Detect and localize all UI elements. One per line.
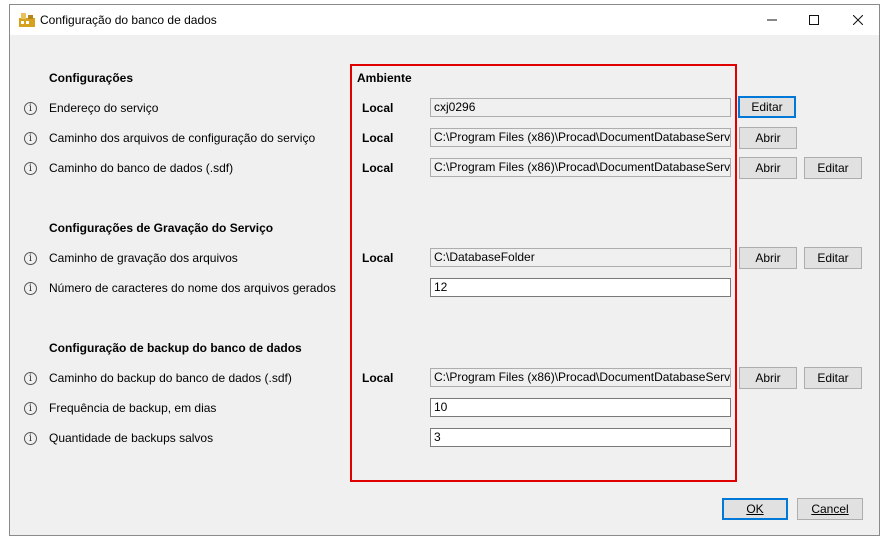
env-label: Local	[362, 251, 394, 265]
section-title-gravacao: Configurações de Gravação do Serviço	[49, 221, 274, 235]
env-label: Local	[362, 161, 394, 175]
row-label-endereco: Endereço do serviço	[49, 101, 159, 115]
row-label-backup-count: Quantidade de backups salvos	[49, 431, 214, 445]
backup-path-field[interactable]: C:\Program Files (x86)\Procad\DocumentDa…	[430, 368, 731, 387]
title-bar[interactable]: Configuração do banco de dados	[10, 5, 879, 35]
db-path-field[interactable]: C:\Program Files (x86)\Procad\DocumentDa…	[430, 158, 731, 177]
info-icon[interactable]: i	[24, 102, 37, 115]
section-title-backup: Configuração de backup do banco de dados	[49, 341, 302, 355]
ambiente-highlight-box	[350, 64, 737, 482]
editar-gravacao-button[interactable]: Editar	[804, 247, 862, 269]
editar-db-button[interactable]: Editar	[804, 157, 862, 179]
info-icon[interactable]: i	[24, 282, 37, 295]
database-app-icon	[19, 13, 35, 27]
maximize-icon	[809, 15, 819, 25]
gravacao-path-field[interactable]: C:\DatabaseFolder	[430, 248, 731, 267]
backup-freq-input[interactable]: 10	[430, 398, 731, 417]
backup-count-input[interactable]: 3	[430, 428, 731, 447]
ok-button[interactable]: OK	[722, 498, 788, 520]
abrir-db-button[interactable]: Abrir	[739, 157, 797, 179]
window-title: Configuração do banco de dados	[40, 13, 217, 27]
dialog-window: Configuração do banco de dados Configura…	[9, 4, 880, 536]
section-title-config: Configurações	[49, 71, 134, 85]
info-icon[interactable]: i	[24, 402, 37, 415]
env-label: Local	[362, 371, 394, 385]
abrir-gravacao-button[interactable]: Abrir	[739, 247, 797, 269]
info-icon[interactable]: i	[24, 432, 37, 445]
num-chars-input[interactable]: 12	[430, 278, 731, 297]
ambiente-header: Ambiente	[357, 71, 412, 85]
env-label: Local	[362, 131, 394, 145]
editar-backup-button[interactable]: Editar	[804, 367, 862, 389]
cancel-button[interactable]: Cancel	[797, 498, 863, 520]
row-label-backup-freq: Frequência de backup, em dias	[49, 401, 217, 415]
abrir-config-button[interactable]: Abrir	[739, 127, 797, 149]
info-icon[interactable]: i	[24, 162, 37, 175]
info-icon[interactable]: i	[24, 252, 37, 265]
editar-endereco-button[interactable]: Editar	[738, 96, 796, 118]
maximize-button[interactable]	[792, 5, 836, 35]
env-label: Local	[362, 101, 394, 115]
config-path-field[interactable]: C:\Program Files (x86)\Procad\DocumentDa…	[430, 128, 731, 147]
abrir-backup-button[interactable]: Abrir	[739, 367, 797, 389]
close-icon	[853, 15, 863, 25]
info-icon[interactable]: i	[24, 132, 37, 145]
minimize-icon	[767, 19, 777, 21]
row-label-db-path: Caminho do banco de dados (.sdf)	[49, 161, 234, 175]
row-label-config-path: Caminho dos arquivos de configuração do …	[49, 131, 316, 145]
row-label-gravacao-path: Caminho de gravação dos arquivos	[49, 251, 238, 265]
close-button[interactable]	[836, 5, 880, 35]
row-label-backup-path: Caminho do backup do banco de dados (.sd…	[49, 371, 292, 385]
row-label-num-chars: Número de caracteres do nome dos arquivo…	[49, 281, 336, 295]
info-icon[interactable]: i	[24, 372, 37, 385]
minimize-button[interactable]	[750, 5, 794, 35]
endereco-field[interactable]: cxj0296	[430, 98, 731, 117]
